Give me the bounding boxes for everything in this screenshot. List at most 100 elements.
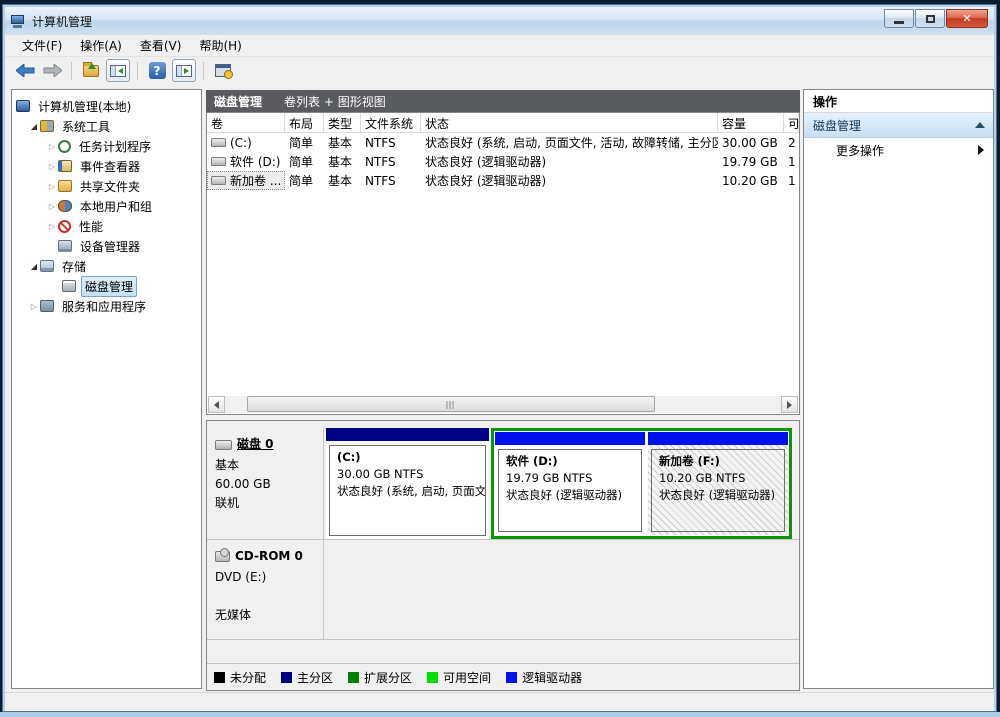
col-free[interactable]: 可 xyxy=(784,113,799,133)
horizontal-scrollbar[interactable] xyxy=(208,396,798,413)
scroll-left-button[interactable] xyxy=(208,396,225,413)
computer-management-window: 计算机管理 ✕ 文件(F) 操作(A) 查看(V) 帮助(H) ? xyxy=(2,4,997,712)
legend-logical-drive: 逻辑驱动器 xyxy=(506,669,582,686)
tree-item-local-users-groups[interactable]: ▷ 本地用户和组 xyxy=(12,196,201,216)
cdrom-info[interactable]: CD-ROM 0 DVD (E:) 无媒体 xyxy=(207,540,324,639)
partition-f-selected[interactable]: 新加卷 (F:) 10.20 GB NTFS 状态良好 (逻辑驱动器) xyxy=(648,432,788,535)
disk0-partitions: (C:) 30.00 GB NTFS 状态良好 (系统, 启动, 页面文 软件 … xyxy=(324,428,799,539)
console-tree: 计算机管理(本地) ◢ 系统工具 ▷ 任务计划程序 ▷ 事件查看器 ▷ 共享文件… xyxy=(11,89,202,689)
tree-item-task-scheduler[interactable]: ▷ 任务计划程序 xyxy=(12,136,201,156)
expand-icon[interactable]: ▷ xyxy=(46,222,58,231)
back-button[interactable] xyxy=(13,59,37,82)
volume-row-f[interactable]: 新加卷 ... 简单 基本 NTFS 状态良好 (逻辑驱动器) 10.20 GB… xyxy=(207,171,799,190)
menu-action[interactable]: 操作(A) xyxy=(71,35,131,56)
help-icon: ? xyxy=(149,62,166,79)
actions-section-disk-management[interactable]: 磁盘管理 xyxy=(804,113,993,138)
performance-icon xyxy=(58,220,71,233)
col-layout[interactable]: 布局 xyxy=(285,113,324,133)
partition-c[interactable]: (C:) 30.00 GB NTFS 状态良好 (系统, 启动, 页面文 xyxy=(326,428,489,539)
volume-row-c[interactable]: (C:) 简单 基本 NTFS 状态良好 (系统, 启动, 页面文件, 活动, … xyxy=(207,133,799,152)
collapse-section-icon[interactable] xyxy=(975,122,985,128)
legend-unallocated: 未分配 xyxy=(214,669,266,686)
disk-management-header: 磁盘管理 卷列表 + 图形视图 xyxy=(206,90,800,112)
console-properties-icon xyxy=(215,64,231,77)
shared-folders-icon xyxy=(58,180,72,192)
more-actions-item[interactable]: 更多操作 xyxy=(804,138,993,162)
expand-icon[interactable]: ▷ xyxy=(28,302,40,311)
toolbar-separator xyxy=(71,62,72,80)
panel-subtitle: 卷列表 + 图形视图 xyxy=(284,93,386,110)
minimize-button[interactable] xyxy=(884,9,914,28)
console-properties-button[interactable] xyxy=(211,59,235,82)
cdrom-media: 无媒体 xyxy=(215,606,323,625)
maximize-button[interactable] xyxy=(915,9,945,28)
expand-icon[interactable]: ▷ xyxy=(46,162,58,171)
menu-view[interactable]: 查看(V) xyxy=(131,35,191,56)
tree-item-event-viewer[interactable]: ▷ 事件查看器 xyxy=(12,156,201,176)
col-volume[interactable]: 卷 xyxy=(207,113,285,133)
tree-item-disk-management[interactable]: 磁盘管理 xyxy=(12,276,201,296)
tree-item-services-applications[interactable]: ▷ 服务和应用程序 xyxy=(12,296,201,316)
scroll-right-icon xyxy=(787,401,792,409)
system-tools-icon xyxy=(40,120,54,132)
logical-drive-swatch xyxy=(506,672,517,683)
extended-partition-swatch xyxy=(348,672,359,683)
scroll-right-button[interactable] xyxy=(781,396,798,413)
disk0-info[interactable]: 磁盘 0 基本 60.00 GB 联机 xyxy=(207,428,324,539)
maximize-icon xyxy=(926,15,935,23)
titlebar[interactable]: 计算机管理 ✕ xyxy=(5,7,994,35)
storage-icon xyxy=(40,260,54,272)
tree-item-computer-management[interactable]: 计算机管理(本地) xyxy=(12,96,201,116)
col-filesystem[interactable]: 文件系统 xyxy=(361,113,421,133)
show-action-pane-button[interactable] xyxy=(172,59,196,82)
task-scheduler-icon xyxy=(58,140,71,153)
services-icon xyxy=(40,300,54,312)
export-list-button[interactable] xyxy=(79,59,103,82)
tree-item-system-tools[interactable]: ◢ 系统工具 xyxy=(12,116,201,136)
minimize-icon xyxy=(894,21,904,24)
collapse-icon[interactable]: ◢ xyxy=(28,122,40,131)
show-console-tree-button[interactable] xyxy=(106,59,130,82)
close-button[interactable]: ✕ xyxy=(946,9,988,28)
tree-item-device-manager[interactable]: 设备管理器 xyxy=(12,236,201,256)
graphical-view: 磁盘 0 基本 60.00 GB 联机 (C:) 30.00 GB NTFS 状… xyxy=(206,420,800,691)
primary-partition-band xyxy=(326,428,489,441)
graph-filler xyxy=(207,640,799,663)
panel-title: 磁盘管理 xyxy=(214,93,262,110)
menu-help[interactable]: 帮助(H) xyxy=(190,35,250,56)
actions-title: 操作 xyxy=(804,90,993,113)
statusbar xyxy=(5,692,994,711)
export-list-icon xyxy=(83,65,99,77)
tree-item-storage[interactable]: ◢ 存储 xyxy=(12,256,201,276)
forward-button[interactable] xyxy=(40,59,64,82)
show-action-pane-icon xyxy=(176,65,192,77)
partition-d[interactable]: 软件 (D:) 19.79 GB NTFS 状态良好 (逻辑驱动器) xyxy=(495,432,645,535)
col-type[interactable]: 类型 xyxy=(324,113,361,133)
volume-table-header: 卷 布局 类型 文件系统 状态 容量 可 xyxy=(207,113,799,133)
legend: 未分配 主分区 扩展分区 可用空间 逻辑驱动器 xyxy=(207,663,799,690)
show-console-tree-icon xyxy=(110,65,126,77)
menu-file[interactable]: 文件(F) xyxy=(13,35,71,56)
disk0-kind: 基本 xyxy=(215,456,323,475)
expand-icon[interactable]: ▷ xyxy=(46,142,58,151)
desktop: { "window": { "title": "计算机管理" }, "menu"… xyxy=(0,0,1000,717)
scrollbar-thumb[interactable] xyxy=(247,396,655,412)
help-button[interactable]: ? xyxy=(145,59,169,82)
computer-icon xyxy=(16,100,30,112)
toolbar-separator xyxy=(203,62,204,80)
cdrom-drive: DVD (E:) xyxy=(215,568,323,587)
menubar: 文件(F) 操作(A) 查看(V) 帮助(H) xyxy=(5,35,994,57)
collapse-icon[interactable]: ◢ xyxy=(28,262,40,271)
col-capacity[interactable]: 容量 xyxy=(718,113,784,133)
expand-icon[interactable]: ▷ xyxy=(46,182,58,191)
volume-row-d[interactable]: 软件 (D:) 简单 基本 NTFS 状态良好 (逻辑驱动器) 19.79 GB… xyxy=(207,152,799,171)
col-status[interactable]: 状态 xyxy=(421,113,718,133)
tree-item-shared-folders[interactable]: ▷ 共享文件夹 xyxy=(12,176,201,196)
tree-item-performance[interactable]: ▷ 性能 xyxy=(12,216,201,236)
free-space-swatch xyxy=(427,672,438,683)
expand-icon[interactable]: ▷ xyxy=(46,202,58,211)
scrollbar-track[interactable] xyxy=(225,396,781,413)
volume-icon xyxy=(211,176,226,185)
legend-free-space: 可用空间 xyxy=(427,669,491,686)
cdrom-row: CD-ROM 0 DVD (E:) 无媒体 xyxy=(207,540,799,640)
